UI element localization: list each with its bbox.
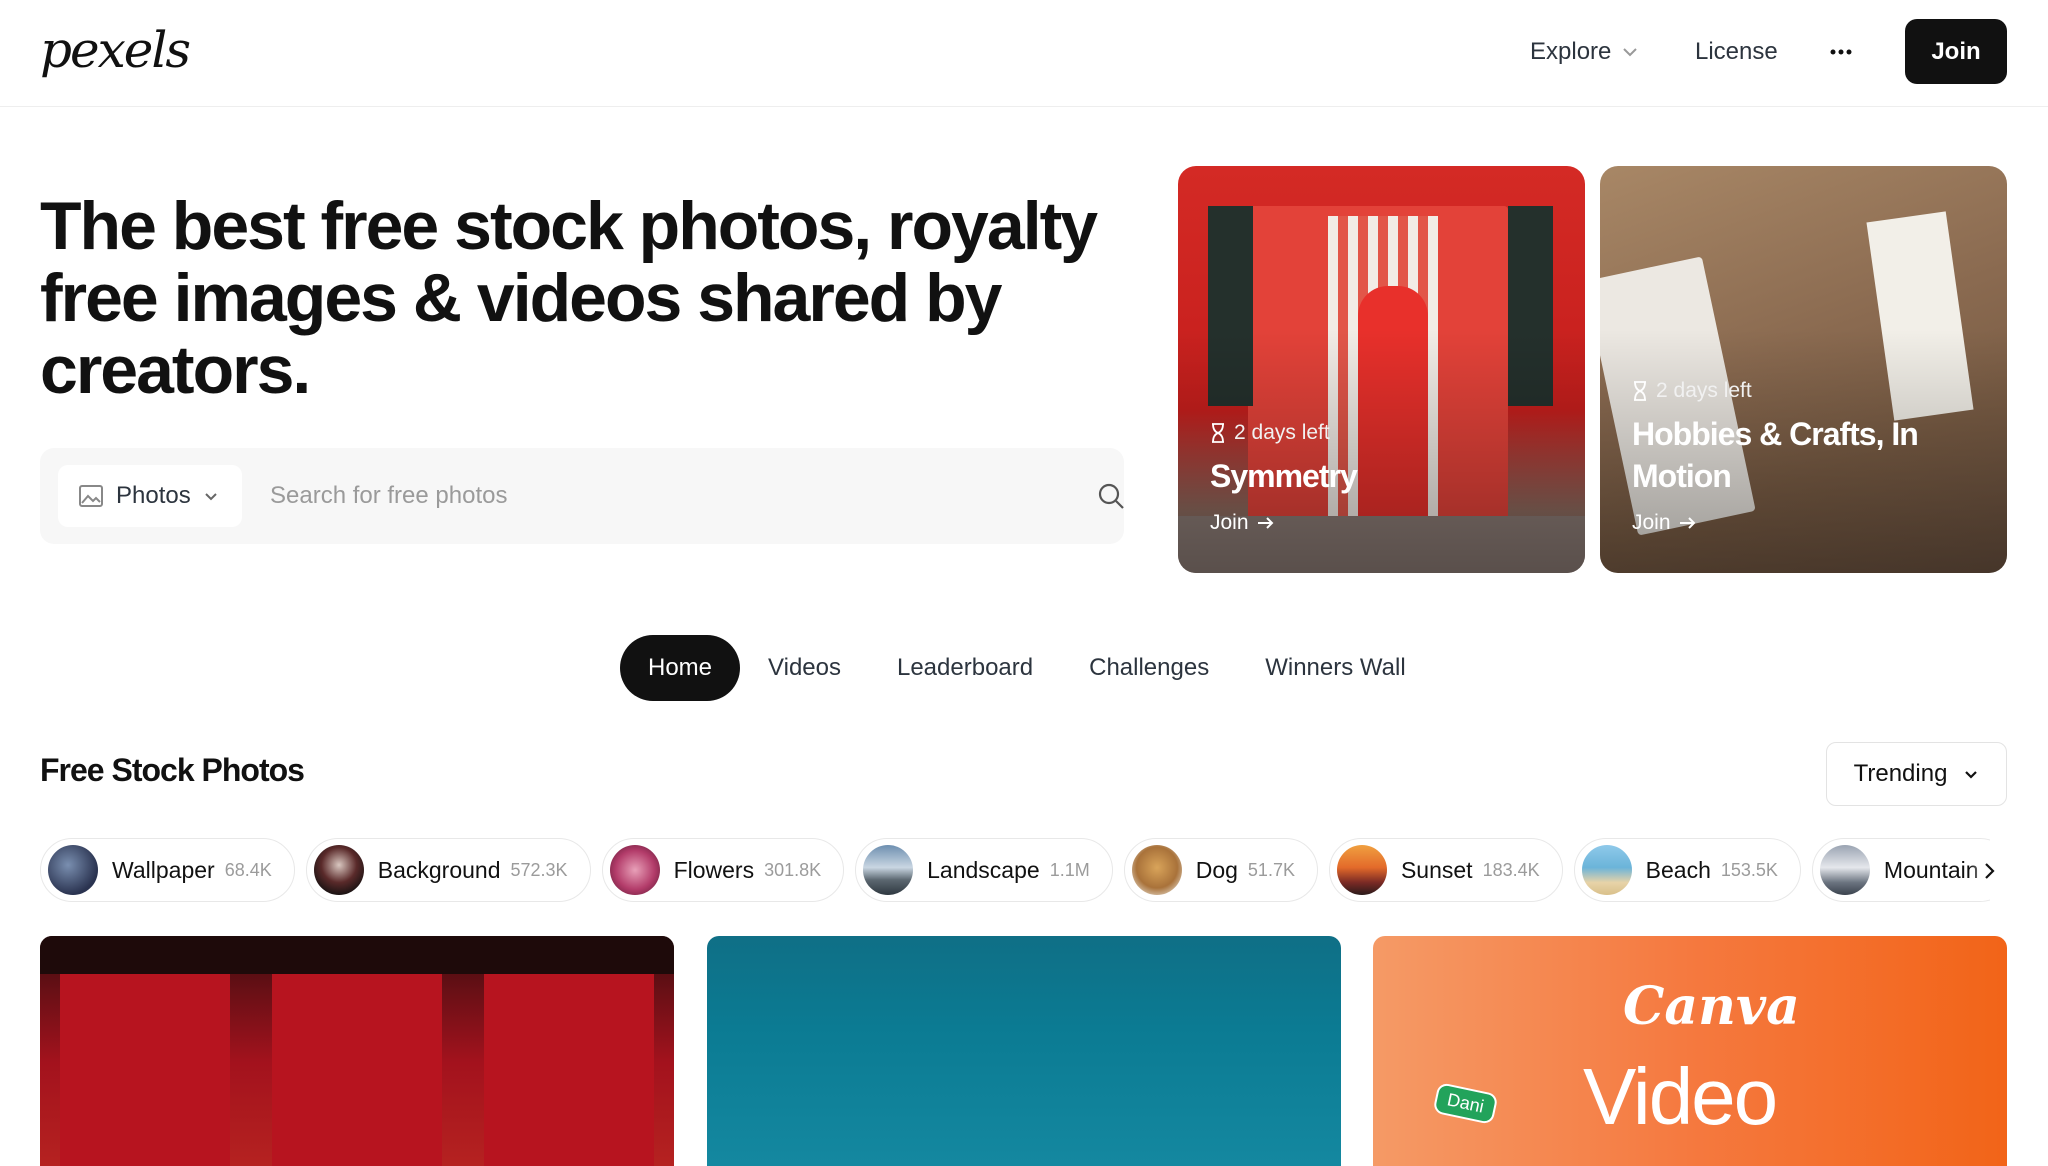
more-menu-button[interactable] (1826, 30, 1856, 74)
arrow-right-icon (1679, 517, 1695, 529)
join-button[interactable]: Join (1905, 19, 2007, 84)
days-left-label: 2 days left (1234, 421, 1330, 444)
tab-winners-wall[interactable]: Winners Wall (1237, 635, 1433, 701)
days-left-label: 2 days left (1656, 379, 1752, 402)
chip-label: Dog (1195, 856, 1238, 883)
chip-count: 68.4K (224, 859, 272, 880)
image-icon (79, 485, 103, 507)
tab-home[interactable]: Home (620, 635, 741, 701)
card-overlay (1178, 328, 1585, 573)
hero-title: The best free stock photos, royalty free… (40, 188, 1098, 408)
chip-count: 51.7K (1247, 859, 1295, 880)
challenge-join-link[interactable]: Join (1632, 511, 1697, 535)
challenge-join-label: Join (1210, 511, 1249, 534)
chip-label: Landscape (927, 856, 1040, 883)
chip-thumbnail (1581, 845, 1632, 895)
chip-label: Mountain (1883, 856, 1979, 883)
tab-videos[interactable]: Videos (740, 635, 869, 701)
photo-detail (272, 974, 442, 1166)
chip-thumbnail (313, 845, 364, 895)
chip-thumbnail (609, 845, 660, 895)
chips-scroll-right-button[interactable] (1970, 848, 2010, 894)
chip-thumbnail (863, 845, 914, 895)
challenge-card-symmetry[interactable]: 2 days left Symmetry Join (1178, 166, 1585, 573)
chip-count: 301.8K (764, 859, 822, 880)
chip-dog[interactable]: Dog 51.7K (1123, 838, 1318, 902)
challenge-join-link[interactable]: Join (1210, 511, 1275, 535)
site-header: pexels Explore License Join (0, 0, 2048, 107)
arrow-right-icon (1257, 517, 1273, 529)
chip-label: Background (377, 856, 501, 883)
challenge-card-hobbies[interactable]: 2 days left Hobbies & Crafts, In Motion … (1600, 166, 2007, 573)
chip-count: 183.4K (1482, 859, 1540, 880)
nav-explore-label: Explore (1530, 38, 1612, 65)
sort-dropdown[interactable]: Trending (1826, 742, 2007, 806)
chip-thumbnail (1131, 845, 1182, 895)
chevron-down-icon (205, 493, 217, 501)
photo-headline: Video (1583, 1052, 1778, 1141)
photo-card[interactable]: Canva Video Dani (1373, 936, 2007, 1166)
chip-wallpaper[interactable]: Wallpaper 68.4K (40, 838, 295, 902)
hourglass-icon (1634, 381, 1646, 401)
challenge-title: Hobbies & Crafts, In Motion (1632, 416, 1919, 494)
photo-card[interactable] (40, 936, 674, 1166)
tab-challenges[interactable]: Challenges (1061, 635, 1237, 701)
search-icon[interactable] (1097, 482, 1125, 510)
chip-thumbnail (1819, 845, 1870, 895)
nav-license[interactable]: License (1695, 30, 1778, 74)
photo-detail (484, 974, 654, 1166)
chevron-right-icon (1985, 863, 1995, 879)
photo-detail (60, 974, 230, 1166)
chip-flowers[interactable]: Flowers 301.8K (601, 838, 845, 902)
chip-sunset[interactable]: Sunset 183.4K (1328, 838, 1563, 902)
section-title: Free Stock Photos (40, 752, 305, 788)
search-bar: Photos (40, 448, 1124, 544)
pexels-logo[interactable]: pexels (40, 18, 191, 82)
sort-label: Trending (1853, 760, 1948, 787)
challenge-title: Symmetry (1210, 458, 1358, 494)
chevron-down-icon (1621, 43, 1639, 61)
ellipsis-icon (1830, 49, 1852, 55)
chip-count: 153.5K (1720, 859, 1778, 880)
days-left: 2 days left (1632, 379, 1752, 403)
canva-logo: Canva (1623, 976, 1800, 1037)
hourglass-icon (1212, 423, 1224, 443)
chevron-down-icon (1965, 771, 1978, 779)
nav-explore[interactable]: Explore (1530, 30, 1639, 74)
challenge-join-label: Join (1632, 511, 1671, 534)
category-chips: Wallpaper 68.4K Background 572.3K Flower… (40, 838, 1990, 904)
chip-label: Flowers (673, 856, 755, 883)
search-type-dropdown[interactable]: Photos (58, 465, 242, 527)
chip-background[interactable]: Background 572.3K (305, 838, 591, 902)
chip-label: Beach (1645, 856, 1711, 883)
search-input[interactable] (270, 472, 1050, 520)
chip-beach[interactable]: Beach 153.5K (1573, 838, 1801, 902)
chip-mountain[interactable]: Mountain (1811, 838, 1990, 902)
search-type-label: Photos (116, 482, 191, 509)
chip-thumbnail (48, 845, 98, 895)
photo-card[interactable] (707, 936, 1341, 1166)
photo-detail (40, 936, 674, 974)
chip-count: 572.3K (510, 859, 568, 880)
chip-label: Wallpaper (112, 856, 215, 883)
chip-landscape[interactable]: Landscape 1.1M (855, 838, 1113, 902)
chip-label: Sunset (1400, 856, 1473, 883)
main-tabs: Home Videos Leaderboard Challenges Winne… (620, 635, 1434, 701)
chip-count: 1.1M (1049, 859, 1090, 880)
tab-leaderboard[interactable]: Leaderboard (869, 635, 1061, 701)
chip-thumbnail (1336, 845, 1387, 895)
days-left: 2 days left (1210, 421, 1330, 445)
user-tag: Dani (1432, 1081, 1499, 1126)
